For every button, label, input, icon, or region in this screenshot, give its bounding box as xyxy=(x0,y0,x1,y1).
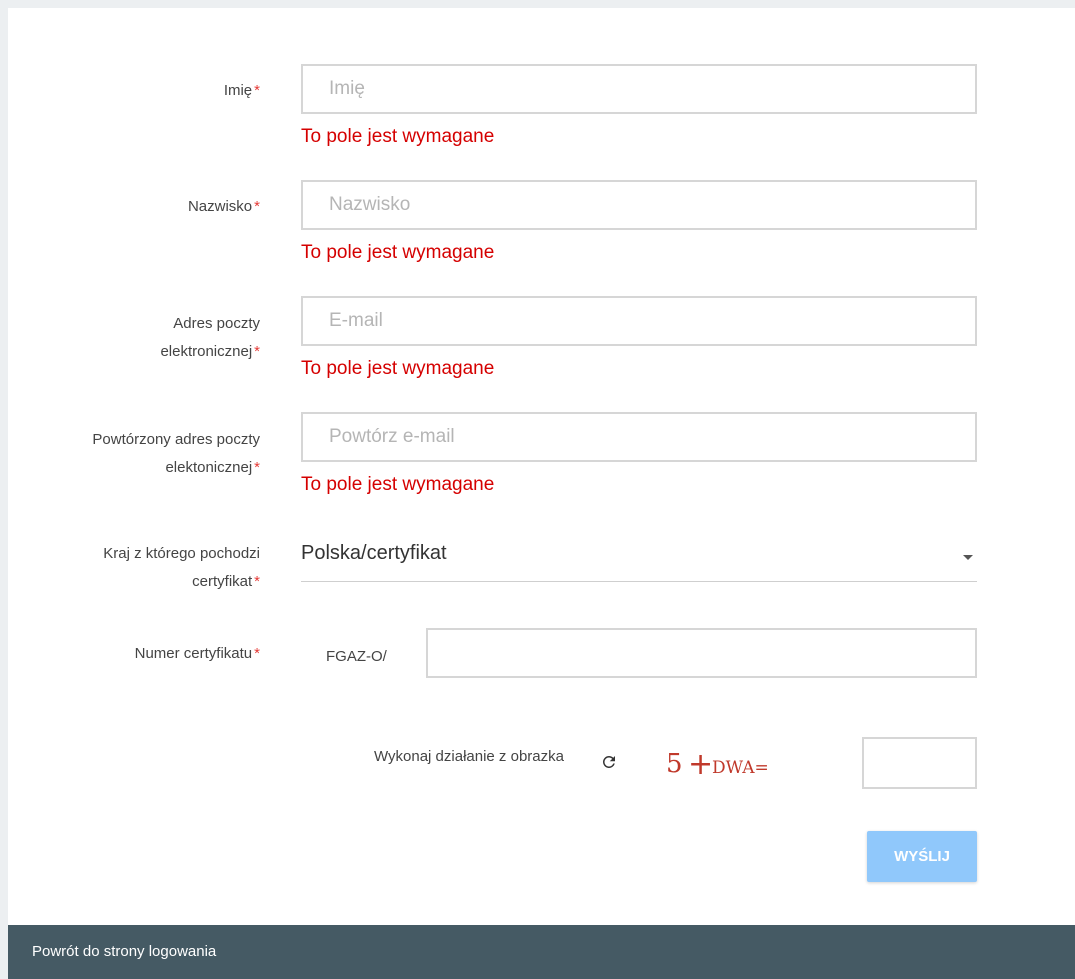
last-name-input[interactable] xyxy=(301,180,977,230)
captcha-image: 5 + DWA= xyxy=(666,747,769,782)
email-repeat-error: To pole jest wymagane xyxy=(301,474,495,495)
country-select[interactable]: Polska/certyfikat xyxy=(301,537,977,582)
last-name-label: Nazwisko * xyxy=(187,198,260,215)
back-to-login-link[interactable]: Powrót do strony logowania xyxy=(32,943,216,960)
refresh-icon[interactable] xyxy=(600,753,618,771)
email-label: Adres poczty elektronicznej * xyxy=(160,315,260,360)
first-name-input[interactable] xyxy=(301,64,977,114)
first-name-error: To pole jest wymagane xyxy=(301,126,495,147)
cert-number-prefix: FGAZ-O/ xyxy=(326,648,387,665)
captcha-input[interactable] xyxy=(862,737,977,789)
captcha-label: Wykonaj działanie z obrazka xyxy=(374,748,564,765)
last-name-error: To pole jest wymagane xyxy=(301,242,495,263)
email-error: To pole jest wymagane xyxy=(301,358,495,379)
first-name-label: Imię * xyxy=(223,82,260,99)
email-repeat-label: Powtórzony adres poczty elektonicznej * xyxy=(92,431,260,476)
submit-button[interactable]: WYŚLIJ xyxy=(867,831,977,882)
cert-number-label: Numer certyfikatu * xyxy=(134,645,260,662)
cert-number-input[interactable] xyxy=(426,628,977,678)
country-select-value: Polska/certyfikat xyxy=(301,542,447,564)
captcha-digit: 5 xyxy=(666,749,683,779)
email-input[interactable] xyxy=(301,296,977,346)
captcha-rest: DWA= xyxy=(712,758,769,778)
caret-down-icon xyxy=(963,555,973,560)
email-repeat-input[interactable] xyxy=(301,412,977,462)
registration-card: Imię* To pole jest wymagane Nazwisko* To… xyxy=(8,8,1075,979)
captcha-operator: + xyxy=(688,747,713,782)
country-label: Kraj z którego pochodzi certyfikat * xyxy=(103,545,260,590)
footer-bar: Powrót do strony logowania xyxy=(8,925,1075,979)
